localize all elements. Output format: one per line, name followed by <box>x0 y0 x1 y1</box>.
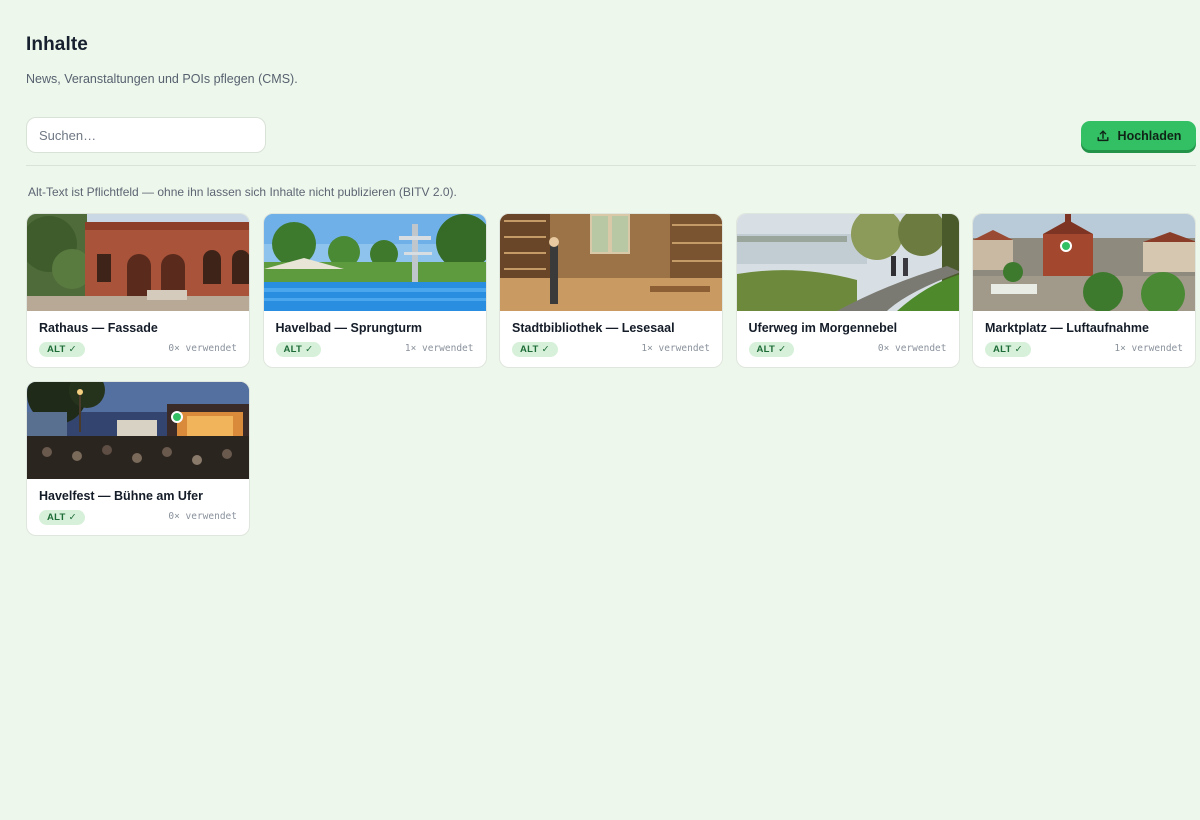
alt-badge: ALT ✓ <box>39 342 85 357</box>
page-title: Inhalte <box>26 34 88 55</box>
usage-count: 1× verwendet <box>404 343 474 354</box>
card-title: Havelfest — Bühne am Ufer <box>39 489 203 503</box>
media-card[interactable]: Uferweg im Morgennebel ALT ✓ 0× verwende… <box>735 213 960 368</box>
card-title: Uferweg im Morgennebel <box>748 321 898 335</box>
divider <box>26 165 1196 166</box>
card-meta: ALT ✓ 1× verwendet <box>275 342 474 358</box>
usage-count: 1× verwendet <box>641 343 710 354</box>
media-card[interactable]: Rathaus — Fassade ALT ✓ 0× verwendet <box>26 213 250 368</box>
thumbnail-image <box>27 382 249 479</box>
media-card[interactable]: Havelfest — Bühne am Ufer ALT ✓ 0× verwe… <box>26 381 250 536</box>
upload-button[interactable]: Hochladen <box>1081 121 1196 150</box>
thumbnail-image <box>500 214 722 311</box>
toolbar: Hochladen <box>26 117 1196 153</box>
card-meta: ALT ✓ 1× verwendet <box>985 342 1183 358</box>
media-card[interactable]: Marktplatz — Luftaufnahme ALT ✓ 1× verwe… <box>972 213 1196 368</box>
media-card[interactable]: Havelbad — Sprungturm ALT ✓ 1× verwendet <box>262 213 487 368</box>
usage-count: 0× verwendet <box>877 343 947 354</box>
upload-button-label: Hochladen <box>1117 128 1182 143</box>
usage-count: 0× verwendet <box>168 343 237 354</box>
alt-badge: ALT ✓ <box>512 342 558 357</box>
alt-badge: ALT ✓ <box>748 342 795 357</box>
thumbnail-image <box>263 214 486 311</box>
upload-icon <box>1096 129 1110 143</box>
thumbnail-image <box>27 214 249 311</box>
media-card[interactable]: Stadtbibliothek — Lesesaal ALT ✓ 1× verw… <box>499 213 723 368</box>
alt-badge: ALT ✓ <box>39 510 85 525</box>
card-title: Stadtbibliothek — Lesesaal <box>512 321 675 335</box>
focus-point-marker[interactable] <box>1060 240 1072 252</box>
search-input[interactable] <box>26 117 266 153</box>
usage-count: 1× verwendet <box>1114 343 1183 354</box>
focus-point-marker[interactable] <box>171 411 183 423</box>
media-grid: Rathaus — Fassade ALT ✓ 0× verwendet Hav… <box>26 213 1196 536</box>
card-title: Marktplatz — Luftaufnahme <box>985 321 1149 335</box>
alt-badge: ALT ✓ <box>275 342 322 357</box>
card-title: Havelbad — Sprungturm <box>275 321 423 335</box>
alt-text-hint: Alt-Text ist Pflichtfeld — ohne ihn lass… <box>28 185 457 199</box>
thumbnail-image <box>736 214 959 311</box>
thumbnail-image <box>973 214 1195 311</box>
usage-count: 0× verwendet <box>168 511 237 522</box>
card-meta: ALT ✓ 0× verwendet <box>39 510 237 526</box>
card-meta: ALT ✓ 0× verwendet <box>748 342 947 358</box>
alt-badge: ALT ✓ <box>985 342 1031 357</box>
page-subtitle: News, Veranstaltungen und POIs pflegen (… <box>26 72 298 86</box>
page-header: Inhalte News, Veranstaltungen und POIs p… <box>26 34 298 86</box>
card-meta: ALT ✓ 1× verwendet <box>512 342 710 358</box>
card-meta: ALT ✓ 0× verwendet <box>39 342 237 358</box>
card-title: Rathaus — Fassade <box>39 321 158 335</box>
